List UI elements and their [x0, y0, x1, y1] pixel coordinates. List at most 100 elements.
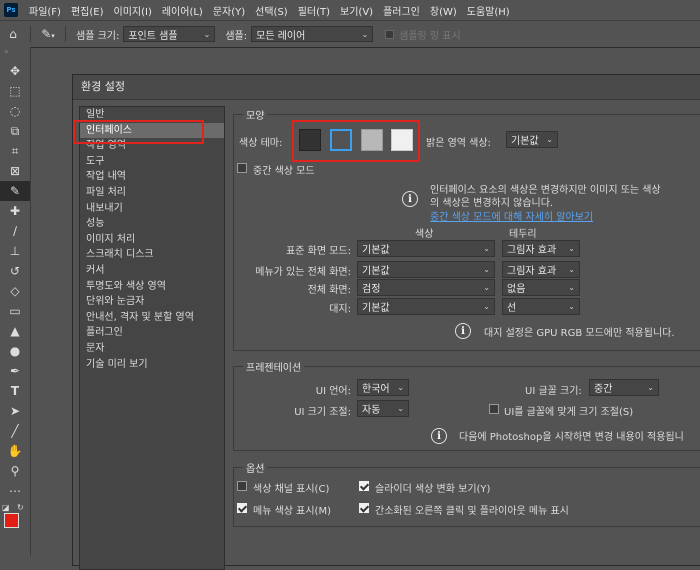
artboard-border-select[interactable]: 선 ⌄ [502, 298, 580, 315]
ui-font-size-select[interactable]: 중간 ⌄ [589, 379, 659, 396]
panel-collapse-icon[interactable]: » [0, 47, 30, 61]
standard-screen-border-select[interactable]: 그림자 효과 ⌄ [502, 240, 580, 257]
move-tool-icon[interactable]: ✥ [0, 61, 30, 81]
photoshop-logo-icon: Ps [4, 3, 18, 17]
menu-edit[interactable]: 편집(E) [66, 3, 109, 18]
menu-image[interactable]: 이미지(I) [109, 3, 157, 18]
color-swatches[interactable]: ◪ ↻ [0, 501, 30, 531]
pen-tool-icon[interactable]: ✒ [0, 361, 30, 381]
fullscreen-border-select[interactable]: 없음 ⌄ [502, 279, 580, 296]
swap-colors-icon[interactable]: ↻ [17, 503, 24, 512]
restart-note: 다음에 Photoshop을 시작하면 변경 내용이 적용됩니 [459, 432, 684, 443]
menu-file[interactable]: 파일(F) [24, 3, 66, 18]
simplified-menus-label: 간소화된 오른쪽 클릭 및 플라이아웃 메뉴 표시 [375, 506, 569, 517]
fullscreen-menu-border-select[interactable]: 그림자 효과 ⌄ [502, 261, 580, 278]
fullscreen-menu-label: 메뉴가 있는 전체 화면: [255, 267, 351, 278]
category-guides-grid-slices[interactable]: 안내선, 격자 및 분할 영역 [80, 310, 224, 326]
dynamic-color-sliders-checkbox[interactable] [359, 481, 369, 491]
sampling-ring-checkbox[interactable] [385, 29, 395, 39]
simplified-menus-checkbox[interactable] [359, 503, 369, 513]
menu-help[interactable]: 도움말(H) [462, 3, 515, 18]
menu-layer[interactable]: 레이어(L) [157, 3, 208, 18]
category-image-processing[interactable]: 이미지 처리 [80, 232, 224, 248]
artboard-color-value: 기본값 [362, 303, 390, 314]
marquee-tool-icon[interactable]: ⬚ [0, 81, 30, 101]
dodge-tool-icon[interactable]: ● [0, 341, 30, 361]
show-channels-in-color-label: 색상 채널 표시(C) [253, 484, 330, 495]
zoom-tool-icon[interactable]: ⚲ [0, 461, 30, 481]
frame-tool-icon[interactable]: ⊠ [0, 161, 30, 181]
color-theme-highlight-box [292, 120, 420, 162]
show-menu-colors-checkbox[interactable] [237, 503, 247, 513]
sampling-ring-toggle[interactable]: 샘플링 링 표시 [385, 27, 461, 42]
options-group-title: 옵션 [243, 460, 268, 475]
category-scratch-disks[interactable]: 스크래치 디스크 [80, 247, 224, 263]
blur-tool-icon[interactable]: ▲ [0, 321, 30, 341]
ui-font-size-label: UI 글꼴 크기: [525, 386, 582, 397]
chevron-down-icon: ⌄ [397, 404, 404, 413]
chevron-down-icon: ⌄ [483, 283, 490, 292]
menu-window[interactable]: 창(W) [425, 3, 462, 18]
category-plugins[interactable]: 플러그인 [80, 325, 224, 341]
crop-tool-icon[interactable]: ⌗ [0, 141, 30, 161]
brush-tool-icon[interactable]: ∕ [0, 221, 30, 241]
category-export[interactable]: 내보내기 [80, 201, 224, 217]
eyedropper-tool-icon[interactable]: ✎ [0, 181, 30, 201]
standard-screen-border-value: 그림자 효과 [507, 245, 557, 256]
foreground-color-swatch[interactable] [4, 513, 19, 528]
category-type[interactable]: 문자 [80, 341, 224, 357]
fullscreen-label: 전체 화면: [307, 285, 351, 296]
default-colors-icon[interactable]: ◪ [2, 503, 10, 512]
history-brush-tool-icon[interactable]: ↺ [0, 261, 30, 281]
stamp-tool-icon[interactable]: ⊥ [0, 241, 30, 261]
fullscreen-menu-color-select[interactable]: 기본값 ⌄ [357, 261, 495, 278]
sample-label: 샘플: [225, 30, 248, 42]
category-performance[interactable]: 성능 [80, 216, 224, 232]
artboard-note: 대지 설정은 GPU RGB 모드에만 적용됩니다. [484, 328, 675, 339]
highlight-color-select[interactable]: 기본값 ⌄ [506, 131, 558, 148]
sample-select[interactable]: 모든 레이어 ⌄ [251, 26, 374, 42]
eraser-tool-icon[interactable]: ◇ [0, 281, 30, 301]
category-units-rulers[interactable]: 단위와 눈금자 [80, 294, 224, 310]
more-tools-icon[interactable]: ⋯ [0, 481, 30, 501]
standard-screen-color-select[interactable]: 기본값 ⌄ [357, 240, 495, 257]
object-select-tool-icon[interactable]: ⧉ [0, 121, 30, 141]
medium-color-mode-checkbox[interactable] [237, 163, 247, 173]
menu-bar: Ps 파일(F) 편집(E) 이미지(I) 레이어(L) 문자(Y) 선택(S)… [0, 0, 700, 20]
ui-language-select[interactable]: 한국어 ⌄ [357, 379, 409, 396]
shape-tool-icon[interactable]: ╱ [0, 421, 30, 441]
medium-mode-learn-more-link[interactable]: 중간 색상 모드에 대해 자세히 알아보기 [430, 208, 593, 223]
category-cursors[interactable]: 커서 [80, 263, 224, 279]
category-tools[interactable]: 도구 [80, 154, 224, 170]
menu-view[interactable]: 보기(V) [335, 3, 378, 18]
menu-select[interactable]: 선택(S) [250, 3, 293, 18]
show-channels-in-color-checkbox[interactable] [237, 481, 247, 491]
sampling-ring-label: 샘플링 링 표시 [399, 30, 461, 42]
info-icon: i [455, 323, 471, 339]
lasso-tool-icon[interactable]: ◌ [0, 101, 30, 121]
menu-type[interactable]: 문자(Y) [208, 3, 250, 18]
healing-brush-tool-icon[interactable]: ✚ [0, 201, 30, 221]
eyedropper-icon[interactable]: ✎▾ [35, 27, 61, 41]
sample-size-value: 포인트 샘플 [128, 30, 178, 42]
sample-size-select[interactable]: 포인트 샘플 ⌄ [123, 26, 216, 42]
ui-language-label: UI 언어: [315, 386, 351, 397]
medium-color-mode-label: 중간 색상 모드 [253, 166, 315, 177]
fullscreen-color-select[interactable]: 검정 ⌄ [357, 279, 495, 296]
scale-ui-to-font-checkbox[interactable] [489, 404, 499, 414]
highlight-color-value: 기본값 [511, 136, 539, 147]
gradient-tool-icon[interactable]: ▭ [0, 301, 30, 321]
home-icon[interactable]: ⌂ [0, 27, 26, 41]
category-file-handling[interactable]: 파일 처리 [80, 185, 224, 201]
category-history[interactable]: 작업 내역 [80, 169, 224, 185]
artboard-color-select[interactable]: 기본값 ⌄ [357, 298, 495, 315]
type-tool-icon[interactable]: T [0, 381, 30, 401]
path-select-tool-icon[interactable]: ➤ [0, 401, 30, 421]
hand-tool-icon[interactable]: ✋ [0, 441, 30, 461]
menu-plugins[interactable]: 플러그인 [378, 3, 425, 18]
menu-filter[interactable]: 필터(T) [293, 3, 335, 18]
ui-scaling-select[interactable]: 자동 ⌄ [357, 400, 409, 417]
dialog-title: 환경 설정 [73, 75, 700, 100]
category-transparency-gamut[interactable]: 투명도와 색상 영역 [80, 279, 224, 295]
category-technology-previews[interactable]: 기술 미리 보기 [80, 357, 224, 373]
